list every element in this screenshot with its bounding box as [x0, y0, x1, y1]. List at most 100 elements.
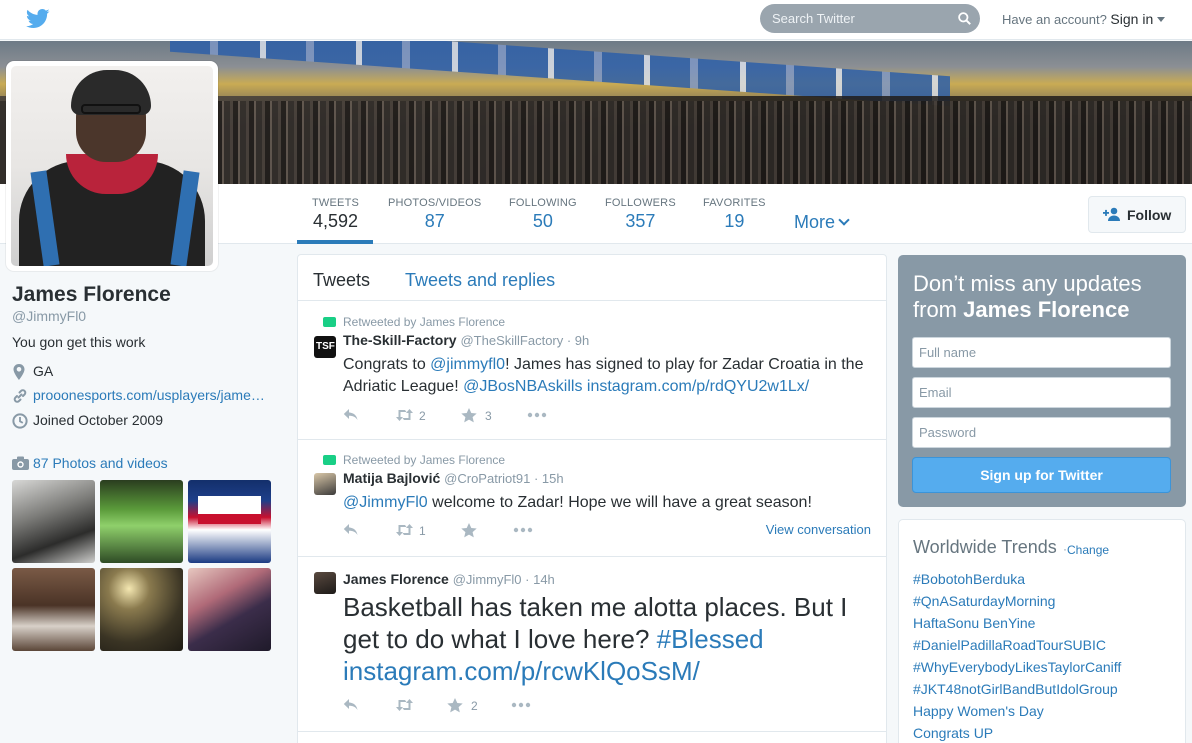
profile-avatar[interactable]	[6, 61, 218, 271]
tweet-author-avatar[interactable]: TSF	[314, 336, 336, 358]
stat-label: TWEETS	[312, 197, 360, 209]
tweet-screen-name-time[interactable]: @JimmyFl0 · 14h	[453, 572, 555, 587]
profile-handle[interactable]: @JimmyFl0	[12, 308, 86, 324]
mention-link[interactable]: @jimmyfl0	[430, 356, 505, 373]
tweet-author-avatar[interactable]	[314, 572, 336, 594]
profile-website: prooonesports.com/usplayers/jame…	[12, 387, 272, 405]
photo-thumbnail-trash-can[interactable]	[12, 480, 95, 563]
tweet-text-part: welcome to Zadar! Hope we will have a gr…	[427, 494, 812, 511]
trend-item[interactable]: #QnASaturdayMorning	[913, 593, 1055, 609]
stat-label: FOLLOWING	[509, 197, 577, 209]
trend-item[interactable]: HaftaSonu BenYine	[913, 615, 1035, 631]
profile-bio: You gon get this work	[12, 334, 146, 350]
chevron-down-icon	[838, 214, 850, 226]
photo-thumbnail-basketball-player[interactable]	[12, 568, 95, 651]
retweet-icon	[396, 409, 413, 421]
stat-photos-videos[interactable]: PHOTOS/VIDEOS 87	[388, 197, 481, 232]
tweet-text-part: Basketball has taken me alotta places. B…	[343, 592, 848, 654]
retweet-icon	[323, 455, 336, 465]
tweet-header: Matija Bajlović @CroPatriot91 · 15h	[343, 470, 564, 486]
hashtag-link[interactable]: #Blessed	[657, 624, 764, 654]
stat-followers[interactable]: FOLLOWERS 357	[605, 197, 676, 232]
tweet[interactable]: Retweeted by James Florence Matija Bajlo…	[298, 440, 886, 557]
stat-favorites[interactable]: FAVORITES 19	[703, 197, 766, 232]
signup-module: Don’t miss any updates from James Floren…	[898, 255, 1186, 507]
trends-change-link[interactable]: Change	[1067, 543, 1109, 557]
website-link[interactable]: prooonesports.com/usplayers/jame…	[33, 387, 265, 403]
tweet-header: James Florence @JimmyFl0 · 14h	[343, 571, 555, 587]
instagram-link[interactable]: instagram.com/p/rcwKlQoSsM/	[343, 656, 700, 686]
more-label: More	[794, 212, 836, 232]
tweet-text-part: Congrats to	[343, 356, 431, 373]
photo-thumbnail-singer[interactable]	[188, 568, 271, 651]
stat-value: 4,592	[313, 211, 359, 231]
active-tab-indicator	[297, 240, 373, 244]
search-box	[760, 4, 980, 33]
tweet[interactable]: James Florence @JimmyFl0 · 14h Basketbal…	[298, 557, 886, 732]
more-menu[interactable]: More	[794, 212, 850, 233]
trend-item[interactable]: #JKT48notGirlBandButIdolGroup	[913, 681, 1118, 697]
favorite-count: 3	[485, 409, 492, 423]
add-user-icon	[1103, 207, 1120, 221]
retweeted-by-text[interactable]: Retweeted by James Florence	[343, 315, 505, 329]
caret-down-icon[interactable]	[1157, 17, 1166, 22]
top-bar: Have an account? Sign in	[0, 0, 1192, 40]
password-field[interactable]	[912, 417, 1171, 448]
tweet-author-name[interactable]: Matija Bajlović	[343, 470, 440, 486]
tweet[interactable]: Retweeted by James Florence TSF The-Skil…	[298, 302, 886, 440]
tab-tweets[interactable]: Tweets	[313, 270, 370, 291]
photo-thumbnail-gym[interactable]	[100, 480, 183, 563]
trend-item[interactable]: #WhyEverybodyLikesTaylorCaniff	[913, 659, 1121, 675]
stat-value: 87	[424, 211, 445, 231]
sign-in-link[interactable]: Sign in	[1110, 11, 1153, 27]
photos-videos-link[interactable]: 87 Photos and videos	[12, 455, 212, 473]
favorite-count: 2	[471, 699, 478, 713]
photo-thumbnail-night-field[interactable]	[100, 568, 183, 651]
instagram-link[interactable]: instagram.com/p/rdQYU2w1Lx/	[582, 378, 809, 395]
timeline-tabs: Tweets Tweets and replies	[298, 255, 886, 301]
full-name-field[interactable]	[912, 337, 1171, 368]
more-dots-icon	[527, 412, 547, 418]
trend-item[interactable]: Happy Women's Day	[913, 703, 1044, 719]
photos-videos-label: 87 Photos and videos	[33, 455, 168, 471]
trends-title: Worldwide Trends	[913, 537, 1057, 557]
mention-link[interactable]: @JBosNBAskills	[463, 378, 582, 395]
search-icon[interactable]	[958, 12, 971, 25]
joined-text: Joined October 2009	[33, 412, 163, 428]
follow-label: Follow	[1127, 207, 1172, 223]
signup-button[interactable]: Sign up for Twitter	[912, 457, 1171, 493]
twitter-bird-icon[interactable]	[26, 9, 50, 29]
reply-icon	[343, 699, 358, 710]
star-icon	[461, 408, 477, 423]
tweet-text: Basketball has taken me alotta places. B…	[343, 591, 873, 687]
mention-link[interactable]: @JimmyFl0	[343, 494, 428, 511]
profile-location: GA	[12, 363, 212, 381]
photo-thumbnail-election-night[interactable]	[188, 480, 271, 563]
trend-item[interactable]: Congrats UP	[913, 725, 993, 741]
email-field[interactable]	[912, 377, 1171, 408]
tab-tweets-and-replies[interactable]: Tweets and replies	[405, 270, 555, 291]
avatar-photo	[11, 66, 213, 266]
trend-item[interactable]: #BobotohBerduka	[913, 571, 1025, 587]
stat-tweets[interactable]: TWEETS 4,592	[312, 197, 359, 232]
tweet-author-name[interactable]: James Florence	[343, 571, 449, 587]
clock-icon	[12, 413, 28, 429]
retweet-count: 1	[419, 524, 426, 538]
link-icon	[13, 389, 27, 403]
star-icon	[461, 523, 477, 538]
follow-button[interactable]: Follow	[1088, 196, 1186, 233]
star-icon	[447, 698, 463, 713]
tweet-author-name[interactable]: The-Skill-Factory	[343, 332, 457, 348]
trend-item[interactable]: #DanielPadillaRoadTourSUBIC	[913, 637, 1106, 653]
search-input[interactable]	[760, 4, 950, 33]
tweet-author-avatar[interactable]	[314, 473, 336, 495]
tweet-text: Congrats to @jimmyfl0! James has signed …	[343, 354, 873, 398]
tweet-screen-name-time[interactable]: @CroPatriot91 · 15h	[444, 471, 563, 486]
view-conversation-link[interactable]: View conversation	[766, 522, 871, 537]
tweet-screen-name-time[interactable]: @TheSkillFactory · 9h	[460, 333, 589, 348]
signup-title: Don’t miss any updates from James Floren…	[913, 271, 1173, 323]
stat-value: 357	[625, 211, 656, 231]
avatar-glasses	[81, 104, 141, 114]
stat-following[interactable]: FOLLOWING 50	[509, 197, 577, 232]
retweeted-by-text[interactable]: Retweeted by James Florence	[343, 453, 505, 467]
